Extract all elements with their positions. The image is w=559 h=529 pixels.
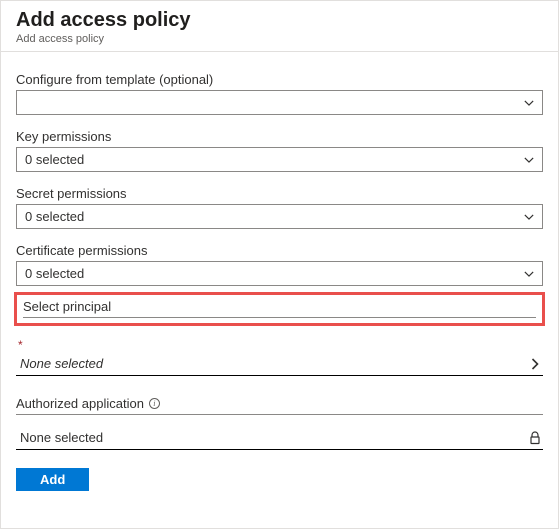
template-select[interactable] xyxy=(16,90,543,115)
lock-icon xyxy=(529,431,541,445)
certificate-permissions-label: Certificate permissions xyxy=(16,243,543,258)
chevron-down-icon xyxy=(524,98,534,108)
page-subtitle: Add access policy xyxy=(16,33,543,45)
template-label: Configure from template (optional) xyxy=(16,72,543,87)
authorized-application-label: Authorized application xyxy=(16,396,144,411)
certificate-permissions-select[interactable]: 0 selected xyxy=(16,261,543,286)
key-permissions-value: 0 selected xyxy=(25,152,524,167)
secret-permissions-select[interactable]: 0 selected xyxy=(16,204,543,229)
info-icon[interactable]: i xyxy=(149,398,160,409)
certificate-permissions-value: 0 selected xyxy=(25,266,524,281)
secret-permissions-label: Secret permissions xyxy=(16,186,543,201)
field-secret-permissions: Secret permissions 0 selected xyxy=(16,186,543,229)
field-key-permissions: Key permissions 0 selected xyxy=(16,129,543,172)
chevron-down-icon xyxy=(524,269,534,279)
add-button[interactable]: Add xyxy=(16,468,89,491)
form-area: Configure from template (optional) Key p… xyxy=(1,52,558,506)
select-principal-highlight: Select principal xyxy=(14,292,545,326)
chevron-right-icon xyxy=(529,358,541,370)
field-template: Configure from template (optional) xyxy=(16,72,543,115)
select-principal-section: Select principal xyxy=(23,299,536,318)
chevron-down-icon xyxy=(524,155,534,165)
authorized-application-value: None selected xyxy=(20,430,103,445)
key-permissions-label: Key permissions xyxy=(16,129,543,144)
authorized-application-section: Authorized application i xyxy=(16,396,543,415)
field-certificate-permissions: Certificate permissions 0 selected xyxy=(16,243,543,286)
secret-permissions-value: 0 selected xyxy=(25,209,524,224)
authorized-application-picker[interactable]: None selected xyxy=(16,427,543,450)
key-permissions-select[interactable]: 0 selected xyxy=(16,147,543,172)
chevron-down-icon xyxy=(524,212,534,222)
select-principal-value: None selected xyxy=(20,356,103,371)
select-principal-picker[interactable]: None selected xyxy=(16,353,543,376)
panel-header: Add access policy Add access policy xyxy=(1,1,558,52)
page-title: Add access policy xyxy=(16,9,543,32)
required-marker: * xyxy=(18,338,543,352)
